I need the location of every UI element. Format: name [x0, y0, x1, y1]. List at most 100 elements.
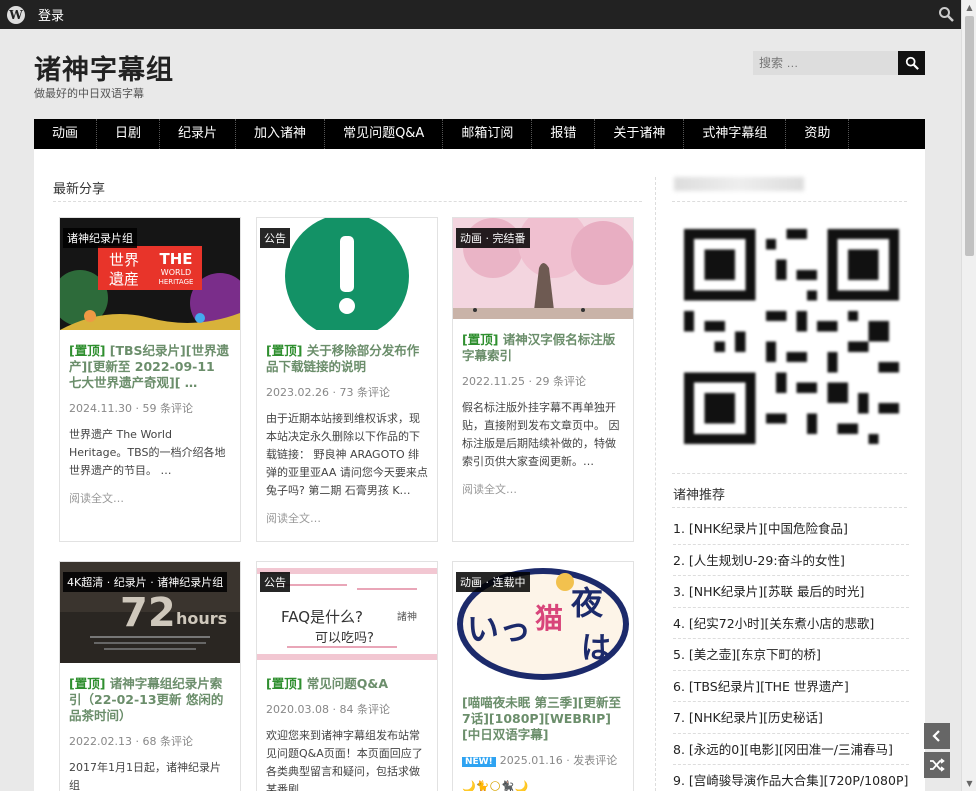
- content-area: 最新分享 世界 遺産 THE WORLD HERITAGE 诸神纪录片组 [置顶…: [34, 149, 925, 791]
- recommend-item[interactable]: 3. [NHK纪录片][苏联 最后的时光]: [673, 576, 909, 608]
- post-excerpt: 世界遗产 The World Heritage。TBS的一档介绍各地世界遗产的节…: [69, 428, 226, 477]
- scroll-thumb[interactable]: [965, 16, 974, 256]
- scroll-up-icon[interactable]: ▲: [962, 0, 976, 15]
- post-thumbnail[interactable]: 动画 · 完结番: [453, 218, 633, 319]
- chevron-left-icon: [932, 730, 940, 742]
- recommend-item[interactable]: 6. [TBS纪录片][THE 世界遗产]: [673, 671, 909, 702]
- recommend-item[interactable]: 4. [纪实72小时][关东煮小店的悲歌]: [673, 608, 909, 639]
- svg-text:遺産: 遺産: [109, 270, 139, 288]
- nav-item-report[interactable]: 报错: [532, 119, 596, 149]
- recommend-title: 诸神推荐: [673, 488, 726, 503]
- read-more-link[interactable]: 阅读全文…: [69, 490, 231, 506]
- scroll-down-icon[interactable]: ▼: [962, 776, 976, 791]
- site-description: 做最好的中日双语字幕: [34, 87, 144, 100]
- random-post-button[interactable]: [924, 752, 950, 778]
- wordpress-logo-icon[interactable]: W: [7, 5, 25, 24]
- pinned-label: [置顶]: [266, 343, 303, 358]
- post-card[interactable]: 72 hours 4K超清 · 纪录片 · 诸神纪录片组 [置顶] 诸神字幕组纪…: [59, 561, 241, 791]
- svg-text:FAQ是什么?: FAQ是什么?: [281, 608, 363, 626]
- recommend-item[interactable]: 9. [宫崎骏导演作品大合集][720P/1080P]: [673, 765, 909, 791]
- category-badge[interactable]: 动画 · 连载中: [456, 572, 530, 592]
- shuffle-icon: [930, 758, 945, 772]
- recommend-item[interactable]: 2. [人生规划U-29:奋斗的女性]: [673, 545, 909, 576]
- post-title[interactable]: [置顶] 诸神字幕组纪录片索引（22-02-13更新 悠闲的品茶时间）: [69, 676, 231, 724]
- post-card[interactable]: FAQ是什么? 可以吃吗? 諸神 公告 [置顶] 常见问题Q&A 2020.03…: [256, 561, 438, 791]
- search-button[interactable]: [898, 51, 925, 75]
- post-meta: 2022.11.25 · 29 条评论: [462, 375, 586, 388]
- category-badge[interactable]: 4K超清 · 纪录片 · 诸神纪录片组: [63, 572, 228, 592]
- post-meta-text: 2025.01.16 · 发表评论: [499, 754, 618, 767]
- recommend-item[interactable]: 7. [NHK纪录片][历史秘话]: [673, 702, 909, 734]
- post-thumbnail[interactable]: いっ 猫 夜 は 动画 · 连载中: [453, 562, 633, 682]
- nav-item-faq[interactable]: 常见问题Q&A: [325, 119, 444, 149]
- post-title[interactable]: [置顶] 诸神汉字假名标注版字幕索引: [462, 332, 624, 364]
- section-title: 最新分享: [53, 182, 106, 197]
- post-meta: NEW! 2025.01.16 · 发表评论: [462, 752, 624, 768]
- thumb-text-left: 世界: [109, 251, 139, 269]
- post-card[interactable]: いっ 猫 夜 は 动画 · 连载中 [喵喵夜未眠 第三季][更新至7话][108…: [452, 561, 634, 791]
- sidebar-divider: [655, 177, 656, 791]
- nav-item-subscribe[interactable]: 邮箱订阅: [443, 119, 533, 149]
- search-input[interactable]: [753, 51, 899, 75]
- nav-item-anime[interactable]: 动画: [34, 119, 98, 149]
- post-excerpt: 由于近期本站接到维权诉求，现本站决定永久删除以下作品的下载链接： 野良神 ARA…: [266, 412, 428, 497]
- post-meta: 2024.11.30 · 59 条评论: [69, 402, 193, 415]
- pinned-label: [置顶]: [462, 332, 499, 347]
- post-card[interactable]: 公告 [置顶] 关于移除部分发布作品下载链接的说明 2023.02.26 · 7…: [256, 217, 438, 542]
- sidebar-divider: [672, 473, 907, 474]
- category-badge[interactable]: 公告: [260, 228, 290, 248]
- admin-search-icon[interactable]: [938, 6, 954, 22]
- svg-text:hours: hours: [176, 609, 227, 628]
- post-title[interactable]: [喵喵夜未眠 第三季][更新至7话][1080P][WEBRIP][中日双语字幕…: [462, 695, 624, 743]
- main-nav: 动画 日剧 纪录片 加入诸神 常见问题Q&A 邮箱订阅 报错 关于诸神 式神字幕…: [34, 119, 925, 149]
- nav-item-about[interactable]: 关于诸神: [595, 119, 685, 149]
- post-card[interactable]: 动画 · 完结番 [置顶] 诸神汉字假名标注版字幕索引 2022.11.25 ·…: [452, 217, 634, 542]
- svg-text:WORLD: WORLD: [161, 268, 191, 277]
- nav-item-documentary[interactable]: 纪录片: [160, 119, 237, 149]
- post-excerpt: 假名标注版外挂字幕不再单独开贴，直接附到发布文章页中。 因标注版是后期陆续补做的…: [462, 401, 620, 468]
- new-badge: NEW!: [462, 757, 496, 767]
- recommend-list: 1. [NHK纪录片][中国危险食品] 2. [人生规划U-29:奋斗的女性] …: [673, 513, 909, 791]
- recommend-item[interactable]: 8. [永远的0][电影][冈田准一/三浦春马]: [673, 734, 909, 765]
- post-title-text[interactable]: 常见问题Q&A: [302, 676, 388, 691]
- post-excerpt: 2017年1月1日起，诸神纪录片组: [69, 761, 221, 791]
- svg-text:72: 72: [120, 590, 176, 636]
- post-excerpt: 欢迎您来到诸神字幕组发布站常见问题Q&A页面！本页面回应了各类典型留言和疑问，包…: [266, 729, 423, 791]
- category-badge[interactable]: 诸神纪录片组: [63, 228, 137, 248]
- post-emoji-line: 🌙🐈🌕🐈‍⬛🌙: [462, 780, 529, 791]
- category-badge[interactable]: 公告: [260, 572, 290, 592]
- post-meta: 2023.02.26 · 73 条评论: [266, 386, 390, 399]
- svg-text:可以吃吗?: 可以吃吗?: [315, 630, 374, 646]
- login-link[interactable]: 登录: [38, 5, 64, 24]
- nav-item-drama[interactable]: 日剧: [97, 119, 161, 149]
- qr-code-image: [684, 229, 899, 444]
- back-button[interactable]: [924, 723, 950, 749]
- pinned-label: [置顶]: [69, 676, 106, 691]
- post-card[interactable]: 世界 遺産 THE WORLD HERITAGE 诸神纪录片组 [置顶] [TB…: [59, 217, 241, 542]
- recommend-item[interactable]: 1. [NHK纪录片][中国危险食品]: [673, 513, 909, 545]
- recommend-item[interactable]: 5. [美之壶][东京下町的桥]: [673, 639, 909, 671]
- svg-text:HERITAGE: HERITAGE: [159, 278, 194, 286]
- post-thumbnail[interactable]: FAQ是什么? 可以吃吗? 諸神 公告: [257, 562, 437, 663]
- post-thumbnail[interactable]: 世界 遺産 THE WORLD HERITAGE 诸神纪录片组: [60, 218, 240, 330]
- page-scrollbar[interactable]: ▲ ▼: [961, 0, 976, 791]
- read-more-link[interactable]: 阅读全文…: [266, 510, 428, 526]
- post-title[interactable]: [置顶] 关于移除部分发布作品下载链接的说明: [266, 343, 428, 375]
- post-meta: 2020.03.08 · 84 条评论: [266, 703, 390, 716]
- search-icon: [905, 56, 919, 70]
- section-divider: [53, 201, 642, 202]
- post-title[interactable]: [置顶] [TBS纪录片][世界遗产][更新至 2022-09-11 七大世界遗…: [69, 343, 231, 391]
- post-thumbnail[interactable]: 公告: [257, 218, 437, 330]
- read-more-link[interactable]: 阅读全文…: [462, 481, 624, 497]
- post-title[interactable]: [置顶] 常见问题Q&A: [266, 676, 428, 692]
- sidebar-divider: [672, 507, 907, 508]
- category-badge[interactable]: 动画 · 完结番: [456, 228, 530, 248]
- site-title[interactable]: 诸神字幕组: [34, 48, 174, 87]
- nav-item-shikigami[interactable]: 式神字幕组: [684, 119, 787, 149]
- sidebar-widget-title-blurred: [674, 177, 804, 191]
- pinned-label: [置顶]: [266, 676, 303, 691]
- post-thumbnail[interactable]: 72 hours 4K超清 · 纪录片 · 诸神纪录片组: [60, 562, 240, 663]
- pinned-label: [置顶]: [69, 343, 106, 358]
- nav-item-donate[interactable]: 资助: [786, 119, 850, 149]
- nav-item-join[interactable]: 加入诸神: [236, 119, 326, 149]
